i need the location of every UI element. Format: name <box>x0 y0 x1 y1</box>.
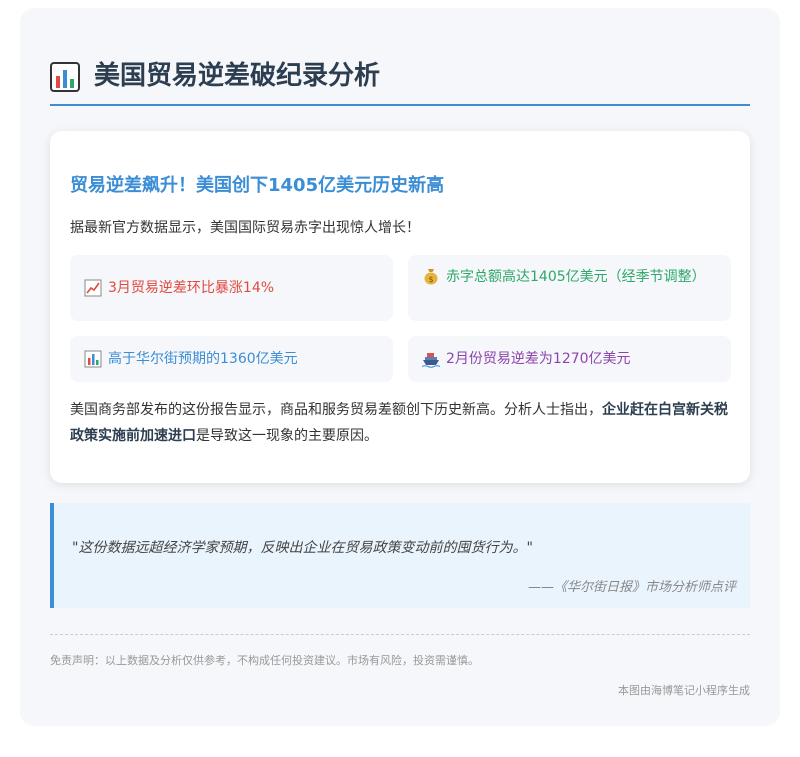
fact-item: $ 赤字总额高达1405亿美元（经季节调整） <box>408 255 731 321</box>
quote-source: ——《华尔街日报》市场分析师点评 <box>527 580 736 595</box>
quote-block: "这份数据远超经济学家预期，反映出企业在贸易政策变动前的囤货行为。" ——《华尔… <box>50 503 750 608</box>
fact-text: 赤字总额高达1405亿美元（经季节调整） <box>446 269 706 285</box>
svg-text:$: $ <box>428 275 433 284</box>
ship-icon <box>422 353 440 368</box>
money-bag-icon: $ <box>424 269 438 285</box>
card-intro: 据最新官方数据显示，美国国际贸易赤字出现惊人增长！ <box>70 220 420 236</box>
fact-text: 2月份贸易逆差为1270亿美元 <box>446 351 631 367</box>
chart-increasing-icon <box>84 279 102 297</box>
body-suffix: 是导致这一现象的主要原因。 <box>196 428 378 444</box>
page-container: 美国贸易逆差破纪录分析 贸易逆差飙升！美国创下1405亿美元历史新高 据最新官方… <box>20 8 780 726</box>
quote-text: "这份数据远超经济学家预期，反映出企业在贸易政策变动前的囤货行为。" <box>72 540 533 556</box>
footer-divider <box>50 634 750 635</box>
page-header: 美国贸易逆差破纪录分析 <box>50 56 750 106</box>
disclaimer-text: 免责声明：以上数据及分析仅供参考，不构成任何投资建议。市场有风险，投资需谨慎。 <box>50 654 479 667</box>
generated-by-text: 本图由海博笔记小程序生成 <box>618 684 750 697</box>
page-title: 美国贸易逆差破纪录分析 <box>94 61 381 91</box>
card-body: 美国商务部发布的这份报告显示，商品和服务贸易差额创下历史新高。分析人士指出，企业… <box>70 397 730 449</box>
bar-chart-icon <box>84 350 102 368</box>
summary-card: 贸易逆差飙升！美国创下1405亿美元历史新高 据最新官方数据显示，美国国际贸易赤… <box>50 131 750 483</box>
bar-chart-icon <box>50 62 80 92</box>
fact-text: 3月贸易逆差环比暴涨14% <box>108 280 275 296</box>
card-headline: 贸易逆差飙升！美国创下1405亿美元历史新高 <box>70 175 445 196</box>
fact-item: 2月份贸易逆差为1270亿美元 <box>408 336 731 382</box>
fact-item: 高于华尔街预期的1360亿美元 <box>70 336 393 382</box>
fact-text: 高于华尔街预期的1360亿美元 <box>108 351 298 367</box>
fact-item: 3月贸易逆差环比暴涨14% <box>70 255 393 321</box>
body-prefix: 美国商务部发布的这份报告显示，商品和服务贸易差额创下历史新高。分析人士指出， <box>70 402 602 418</box>
